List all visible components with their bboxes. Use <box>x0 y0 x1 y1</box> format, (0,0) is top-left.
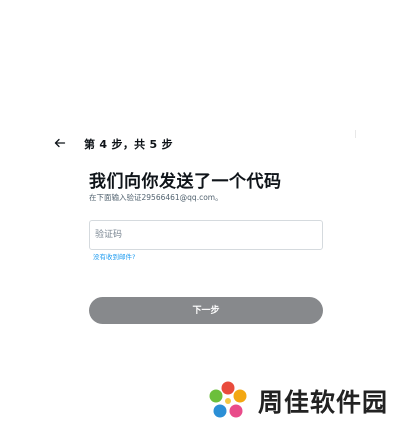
site-watermark: 周佳软件园 <box>206 378 388 424</box>
watermark-text: 周佳软件园 <box>258 388 389 417</box>
flower-logo-icon <box>209 381 247 418</box>
signup-step-page: 第 4 步，共 5 步 我们向你发送了一个代码 在下面输入验证29566461@… <box>0 0 400 426</box>
step-indicator: 第 4 步，共 5 步 <box>84 138 173 151</box>
resend-email-link[interactable]: 没有收到邮件? <box>93 251 135 261</box>
verification-code-input[interactable] <box>89 220 323 250</box>
arrow-left-icon <box>54 138 66 148</box>
page-title: 我们向你发送了一个代码 <box>89 172 282 192</box>
corner-divider <box>352 130 356 138</box>
next-button[interactable]: 下一步 <box>89 297 323 324</box>
page-subtitle: 在下面输入验证29566461@qq.com。 <box>89 193 223 202</box>
back-button[interactable] <box>52 135 68 151</box>
